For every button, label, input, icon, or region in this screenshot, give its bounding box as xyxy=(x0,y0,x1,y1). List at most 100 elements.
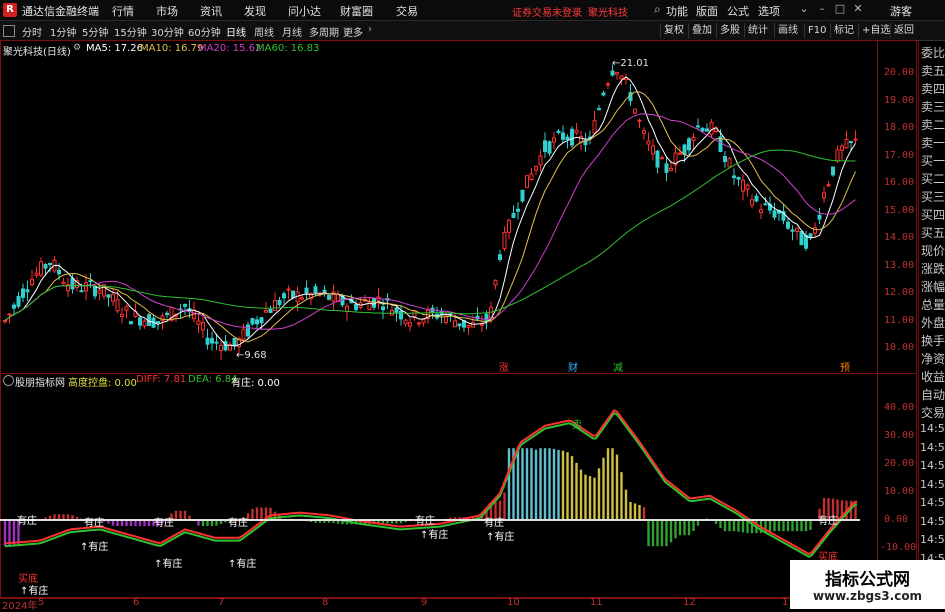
main-chart-title: 聚光科技(日线) xyxy=(3,47,71,58)
btn-adjust[interactable]: 复权 xyxy=(660,23,687,38)
indicator-bar xyxy=(570,456,574,521)
side-panel-item: 净资 xyxy=(921,352,945,366)
tab-daily[interactable]: 日线 xyxy=(226,24,246,39)
candle-body xyxy=(745,184,750,190)
marker-finance[interactable]: 财 xyxy=(568,359,578,374)
candle-body xyxy=(120,313,124,318)
candle-body xyxy=(637,119,642,122)
side-panel-item: 买二 xyxy=(921,172,945,186)
indicator-bar xyxy=(219,521,223,524)
btn-add-watchlist[interactable]: +自选 xyxy=(858,23,893,38)
btn-multi-stock[interactable]: 多股 xyxy=(716,23,743,38)
candle-body xyxy=(552,137,556,143)
ma60-label: MA60: 16.83 xyxy=(256,43,320,54)
tab-monthly[interactable]: 月线 xyxy=(282,24,302,39)
tab-timeshare[interactable]: 分时 xyxy=(22,24,42,39)
tab-15min[interactable]: 15分钟 xyxy=(114,24,147,39)
candle-body xyxy=(345,305,349,312)
indicator-bar xyxy=(723,521,727,532)
candle-body xyxy=(21,288,25,298)
candle-body xyxy=(597,108,601,111)
candle-body xyxy=(165,312,169,316)
marker-up[interactable]: 涨 xyxy=(499,359,509,374)
menu-layout[interactable]: 版面 xyxy=(696,3,718,19)
indicator-toggle-icon[interactable] xyxy=(3,375,14,386)
side-panel-time: 14:56 xyxy=(920,514,945,528)
candle-body xyxy=(259,317,264,324)
candle-body xyxy=(160,315,165,322)
btn-draw[interactable]: 画线 xyxy=(774,23,801,38)
menu-discover[interactable]: 发现 xyxy=(244,3,266,19)
btn-back[interactable]: 返回 xyxy=(890,23,917,38)
tab-60min[interactable]: 60分钟 xyxy=(188,24,221,39)
tab-1min[interactable]: 1分钟 xyxy=(50,24,76,39)
candle-body xyxy=(763,203,768,206)
candle-body xyxy=(520,189,525,202)
menu-options[interactable]: 选项 xyxy=(758,3,780,19)
marker-reduce[interactable]: 减 xyxy=(613,359,623,374)
indicator-bar xyxy=(692,521,695,532)
minimize-icon[interactable]: – xyxy=(813,2,831,18)
indicator-bar xyxy=(777,521,781,532)
guest-label[interactable]: 游客 xyxy=(890,3,912,19)
candle-body xyxy=(511,212,516,218)
indicator-bar xyxy=(593,477,596,521)
btn-f10[interactable]: F10 xyxy=(804,23,829,38)
btn-stats[interactable]: 统计 xyxy=(744,23,771,38)
indicator-bar xyxy=(615,454,619,521)
btn-mark[interactable]: 标记 xyxy=(830,23,857,38)
menu-function[interactable]: 功能 xyxy=(666,3,688,19)
candle-body xyxy=(601,92,606,96)
more-chevron-icon[interactable]: › xyxy=(368,24,372,35)
x-axis-tick-label: 2024年 xyxy=(2,601,38,612)
tab-more[interactable]: 更多 xyxy=(343,24,363,39)
settings-gear-icon[interactable]: ⚙ xyxy=(73,43,83,53)
candle-body xyxy=(394,307,399,313)
menu-market[interactable]: 市场 xyxy=(156,3,178,19)
btn-overlay[interactable]: 叠加 xyxy=(688,23,715,38)
toggle-panel-icon[interactable] xyxy=(3,25,15,37)
candle-body xyxy=(790,229,795,232)
indicator-bar xyxy=(543,448,547,521)
indicator-bar xyxy=(210,521,214,527)
candle-body xyxy=(106,294,111,298)
side-panel-item: 涨幅 xyxy=(921,280,945,294)
close-icon[interactable]: ✕ xyxy=(849,2,867,18)
chevron-down-icon[interactable]: ⌄ xyxy=(795,2,813,18)
candle-body xyxy=(502,231,507,250)
candle-body xyxy=(61,281,66,285)
candle-body xyxy=(741,179,745,192)
menu-ask[interactable]: 问小达 xyxy=(288,3,321,19)
candle-body xyxy=(403,319,408,325)
indicator-bar xyxy=(791,521,794,532)
candle-body xyxy=(453,320,457,328)
indicator-bar xyxy=(390,521,394,524)
candle-body xyxy=(408,322,412,327)
indicator-bar xyxy=(809,521,812,531)
marker-forecast[interactable]: 预 xyxy=(840,359,850,374)
candle-body xyxy=(498,254,502,261)
side-panel-time: 14:56 xyxy=(920,459,945,472)
candle-body xyxy=(570,128,574,146)
menu-trade[interactable]: 交易 xyxy=(396,3,418,19)
indicator-bar xyxy=(737,521,740,532)
maximize-icon[interactable]: □ xyxy=(831,2,849,18)
tab-30min[interactable]: 30分钟 xyxy=(151,24,184,39)
menu-quotes[interactable]: 行情 xyxy=(112,3,134,19)
menu-news[interactable]: 资讯 xyxy=(200,3,222,19)
annotation-youzhuang-below: ↑有庄 xyxy=(486,532,515,543)
candle-body xyxy=(79,290,84,293)
menu-formula[interactable]: 公式 xyxy=(727,3,749,19)
candle-body xyxy=(723,155,727,162)
indicator-bar xyxy=(728,521,731,532)
indicator-bar xyxy=(566,452,569,521)
menu-wealth[interactable]: 财富圈 xyxy=(340,3,373,19)
y-axis-tick-label: 10.00 xyxy=(884,342,915,353)
login-notice[interactable]: 证券交易未登录 xyxy=(512,4,582,19)
tab-5min[interactable]: 5分钟 xyxy=(82,24,108,39)
annotation-youzhuang-below: ↑有庄 xyxy=(420,530,449,541)
tab-weekly[interactable]: 周线 xyxy=(254,24,274,39)
candle-body xyxy=(3,319,7,323)
indicator-bar xyxy=(773,521,776,532)
tab-multi-period[interactable]: 多周期 xyxy=(309,24,339,39)
